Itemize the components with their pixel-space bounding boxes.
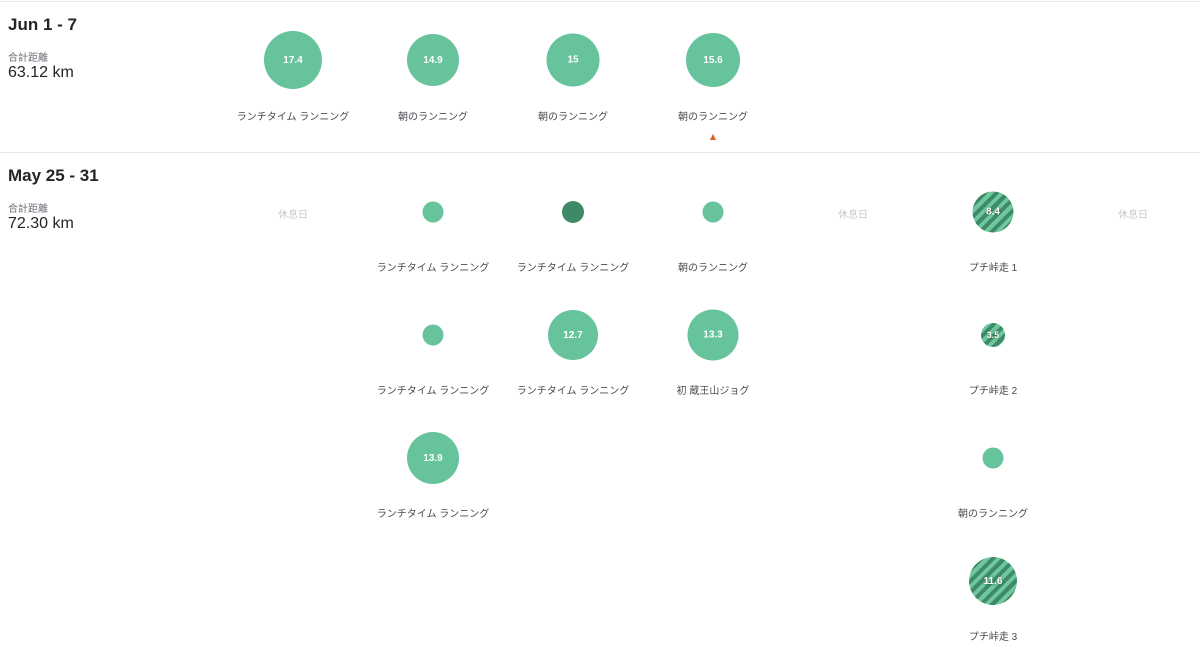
activity-distance-bubble[interactable]: 11.6 xyxy=(969,557,1017,605)
activity-distance-bubble[interactable]: 12.7 xyxy=(548,310,598,360)
total-distance-value: 72.30 km xyxy=(8,215,74,232)
activity-distance-bubble[interactable]: 3.5 xyxy=(981,323,1005,347)
activity-distance-bubble[interactable]: 13.9 xyxy=(407,432,459,484)
activity-name[interactable]: 朝のランニング xyxy=(643,259,783,274)
activity-distance-bubble[interactable]: 15.6 xyxy=(686,33,740,87)
activity-name[interactable]: 朝のランニング xyxy=(643,108,783,123)
activity-distance-bubble[interactable]: 17.4 xyxy=(264,31,322,89)
activity-name[interactable]: ランチタイム ランニング xyxy=(363,259,503,274)
activity-distance-bubble[interactable] xyxy=(562,201,584,223)
activity-name[interactable]: ランチタイム ランニング xyxy=(503,259,643,274)
activity-name[interactable]: 朝のランニング xyxy=(363,108,503,123)
rest-day-label: 休息日 xyxy=(1118,210,1148,221)
activity-distance-bubble[interactable]: 15 xyxy=(546,33,600,87)
activity-distance-bubble[interactable]: 13.3 xyxy=(687,309,739,361)
activity-name[interactable]: 初 蔵王山ジョグ xyxy=(643,382,783,397)
today-marker-icon xyxy=(710,134,716,140)
week-title: Jun 1 - 7 xyxy=(8,15,77,34)
rest-day-label: 休息日 xyxy=(838,210,868,221)
activity-name[interactable]: プチ峠走 2 xyxy=(923,382,1063,397)
week-title: May 25 - 31 xyxy=(8,166,99,185)
activity-name[interactable]: 朝のランニング xyxy=(923,505,1063,520)
activity-distance-bubble[interactable] xyxy=(982,447,1004,469)
activity-name[interactable]: プチ峠走 3 xyxy=(923,628,1063,643)
activity-distance-bubble[interactable] xyxy=(422,324,444,346)
activity-name[interactable]: ランチタイム ランニング xyxy=(223,108,363,123)
top-divider xyxy=(0,1,1200,2)
activity-name[interactable]: ランチタイム ランニング xyxy=(363,505,503,520)
activity-distance-bubble[interactable] xyxy=(422,201,444,223)
activity-distance-bubble[interactable] xyxy=(702,201,724,223)
total-distance-label: 合計距離 xyxy=(8,53,48,64)
rest-day-label: 休息日 xyxy=(278,210,308,221)
activity-name[interactable]: ランチタイム ランニング xyxy=(363,382,503,397)
activity-name[interactable]: 朝のランニング xyxy=(503,108,643,123)
activity-distance-bubble[interactable]: 14.9 xyxy=(407,34,459,86)
total-distance-value: 63.12 km xyxy=(8,64,74,81)
activity-name[interactable]: プチ峠走 1 xyxy=(923,259,1063,274)
activity-distance-bubble[interactable]: 8.4 xyxy=(972,191,1014,233)
activity-name[interactable]: ランチタイム ランニング xyxy=(503,382,643,397)
week-divider xyxy=(0,152,1200,153)
total-distance-label: 合計距離 xyxy=(8,204,48,215)
